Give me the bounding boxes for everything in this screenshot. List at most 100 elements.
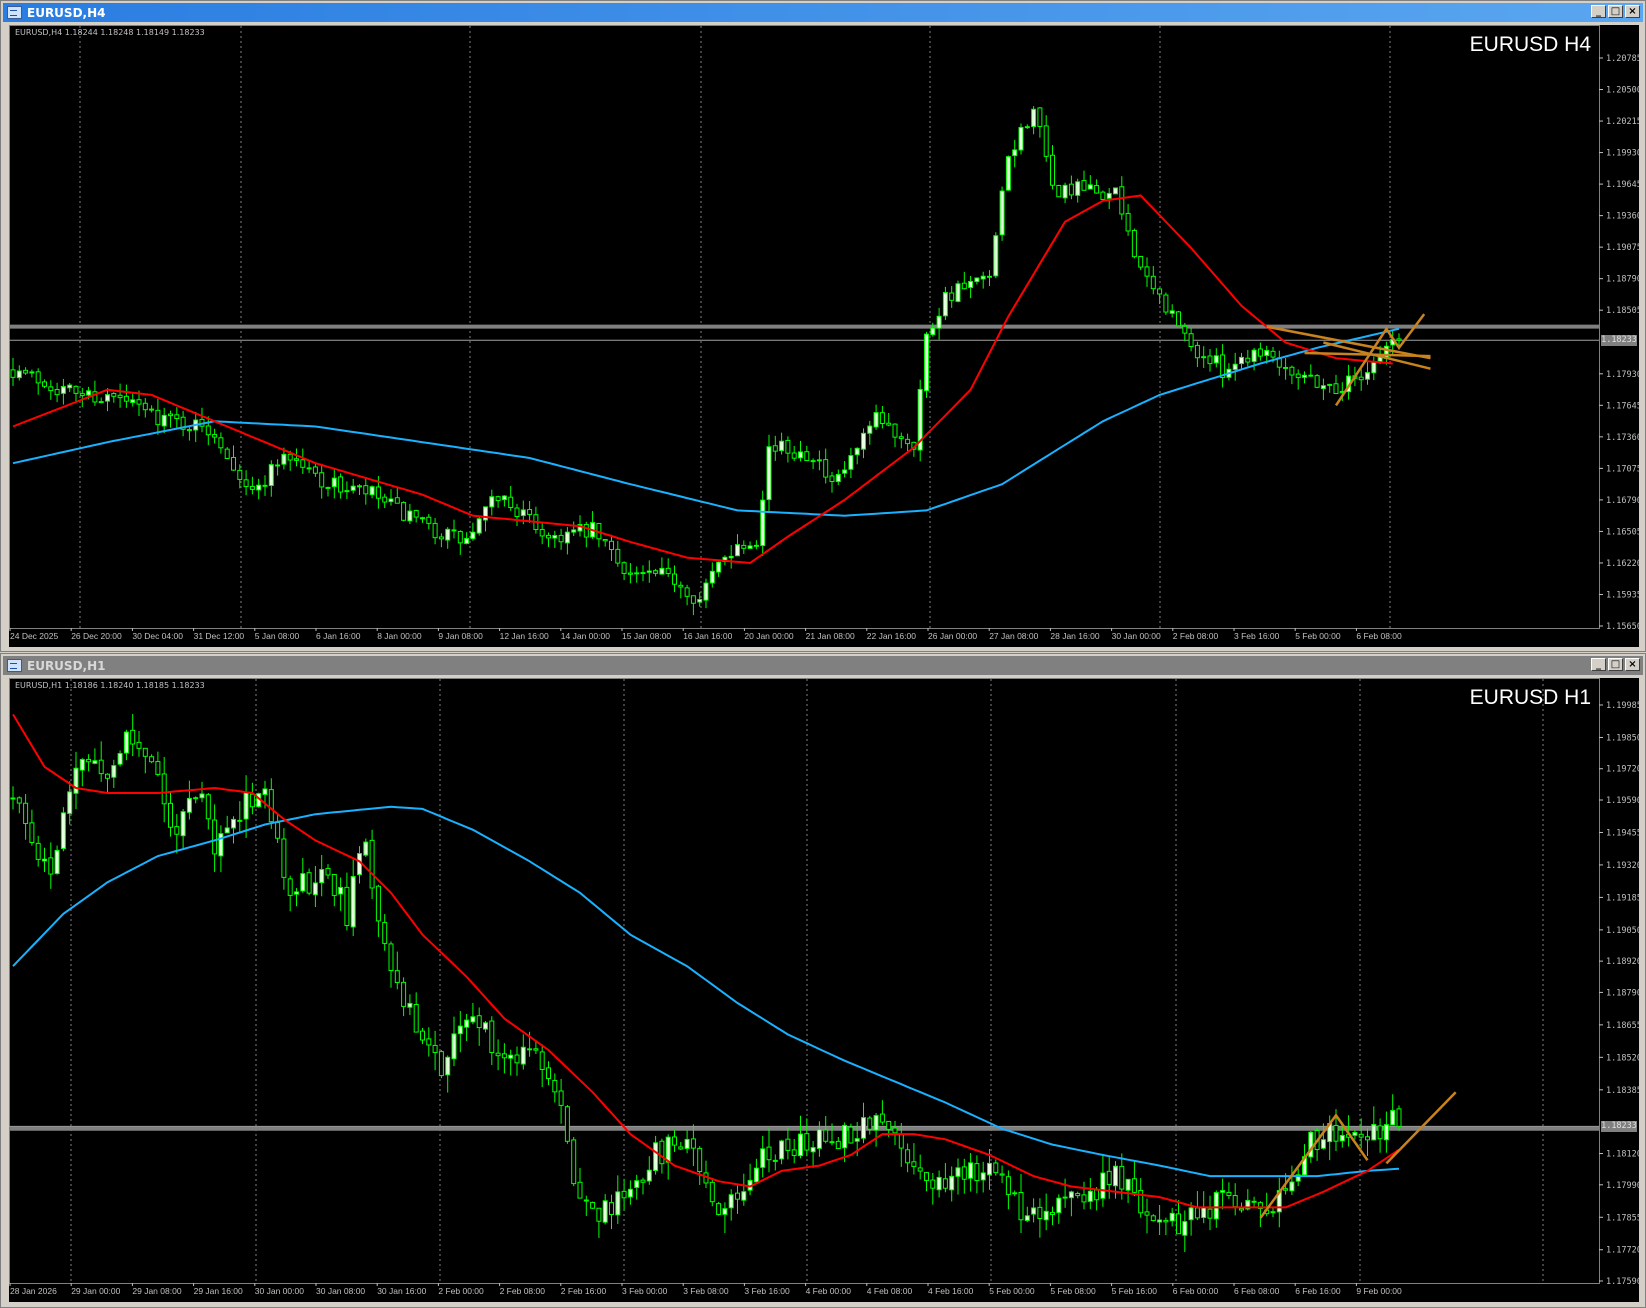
bull-candle — [829, 1141, 835, 1144]
bear-candle — [835, 1140, 841, 1150]
minimize-button[interactable]: _ — [1591, 5, 1606, 18]
bear-candle — [1157, 288, 1163, 295]
bear-candle — [640, 1179, 646, 1183]
bear-candle — [117, 394, 123, 399]
bear-candle — [231, 456, 236, 471]
bull-candle — [10, 797, 16, 800]
price-label: 1.19645 — [1606, 180, 1639, 190]
bear-candle — [804, 451, 810, 462]
chart-canvas[interactable]: 1.20785 1.20500 1.20215 1.19930 1.19645 1.193… — [9, 25, 1639, 647]
price-label: 1.19930 — [1606, 149, 1639, 159]
time-label: 16 Jan 16:00 — [683, 631, 733, 641]
bear-candle — [1194, 344, 1200, 359]
bear-candle — [331, 873, 337, 896]
chart-canvas[interactable]: 1.19985 1.19850 1.19720 1.19590 1.19455 1.193… — [9, 678, 1639, 1302]
window-titlebar[interactable]: EURUSD,H1 _ □ × — [3, 656, 1643, 675]
window-titlebar[interactable]: EURUSD,H4 _ □ × — [3, 3, 1643, 22]
time-label: 31 Dec 12:00 — [193, 631, 245, 641]
bear-candle — [111, 393, 117, 397]
bull-candle — [1220, 1190, 1226, 1193]
bear-candle — [1358, 1133, 1364, 1138]
bull-candle — [848, 455, 854, 470]
bear-candle — [275, 821, 281, 839]
bear-candle — [29, 822, 35, 844]
time-label: 8 Jan 00:00 — [377, 631, 422, 641]
bear-candle — [993, 1162, 999, 1174]
bear-candle — [1245, 357, 1251, 363]
bull-candle — [1031, 108, 1037, 128]
bear-candle — [1037, 1206, 1043, 1219]
chart-window-h4[interactable]: EURUSD,H4 _ □ × 1.20785 1.20500 1.20215 1.1… — [0, 0, 1646, 652]
bear-candle — [905, 438, 911, 445]
bull-candle — [294, 891, 299, 895]
bear-candle — [136, 399, 142, 405]
bull-candle — [1320, 385, 1326, 390]
bull-candle — [1056, 1197, 1062, 1214]
bear-candle — [438, 536, 444, 540]
time-label: 24 Dec 2025 — [10, 631, 59, 641]
bull-candle — [709, 570, 715, 584]
bear-candle — [300, 459, 306, 468]
bull-candle — [1302, 374, 1307, 378]
time-label: 22 Jan 16:00 — [866, 631, 916, 641]
bear-candle — [527, 1048, 533, 1051]
bear-candle — [1106, 1170, 1112, 1185]
bear-candle — [375, 885, 381, 922]
bull-candle — [1024, 126, 1030, 129]
maximize-button[interactable]: □ — [1608, 658, 1623, 671]
bull-candle — [1283, 366, 1289, 369]
bear-candle — [961, 1166, 967, 1180]
bear-candle — [382, 922, 388, 944]
bull-candle — [1106, 192, 1112, 199]
bull-candle — [483, 1022, 488, 1030]
bear-candle — [105, 773, 110, 779]
bear-candle — [1075, 1192, 1081, 1197]
bear-candle — [142, 402, 148, 411]
bear-candle — [168, 413, 173, 417]
bear-candle — [879, 1113, 885, 1123]
time-label: 27 Jan 08:00 — [989, 631, 1039, 641]
bear-candle — [1144, 1211, 1150, 1216]
bear-candle — [1182, 325, 1188, 334]
bear-candle — [1050, 1212, 1055, 1216]
ohlc-info: EURUSD,H1 1.18186 1.18240 1.18185 1.1823… — [15, 681, 205, 690]
bull-candle — [1232, 363, 1238, 371]
bull-candle — [867, 425, 873, 434]
bear-candle — [911, 1161, 917, 1167]
bear-candle — [892, 423, 898, 438]
bear-candle — [249, 485, 255, 490]
bear-candle — [886, 422, 892, 426]
bull-candle — [350, 876, 356, 928]
bull-candle — [312, 882, 318, 896]
bear-candle — [823, 1129, 829, 1142]
bear-candle — [508, 496, 514, 508]
price-label: 1.16790 — [1606, 496, 1639, 506]
bull-candle — [325, 486, 331, 489]
bull-candle — [1365, 372, 1370, 380]
bear-candle — [697, 1147, 703, 1173]
bull-candle — [634, 572, 640, 575]
bull-candle — [464, 538, 470, 544]
chart-window-h1[interactable]: EURUSD,H1 _ □ × 1.19985 1.19850 1.19720 1.1… — [0, 653, 1646, 1308]
price-chart[interactable]: 1.19985 1.19850 1.19720 1.19590 1.19455 1.193… — [9, 678, 1639, 1302]
time-label: 4 Feb 08:00 — [866, 1286, 913, 1296]
bull-candle — [873, 412, 879, 428]
price-chart[interactable]: 1.20785 1.20500 1.20215 1.19930 1.19645 1.193… — [9, 25, 1639, 647]
bear-candle — [338, 476, 344, 493]
price-label: 1.18505 — [1606, 306, 1639, 316]
price-label: 1.19320 — [1606, 861, 1639, 871]
minimize-button[interactable]: _ — [1591, 658, 1606, 671]
bear-candle — [294, 458, 299, 461]
price-label: 1.18655 — [1606, 1021, 1639, 1031]
bull-candle — [949, 1175, 955, 1191]
bull-candle — [753, 544, 759, 547]
bull-candle — [407, 1002, 413, 1008]
bull-candle — [117, 753, 123, 765]
bear-candle — [16, 797, 22, 804]
maximize-button[interactable]: □ — [1608, 5, 1623, 18]
close-button[interactable]: × — [1625, 658, 1640, 671]
price-label: 1.20500 — [1606, 86, 1639, 96]
bull-candle — [1012, 1192, 1018, 1195]
time-label: 5 Feb 00:00 — [989, 1286, 1035, 1296]
close-button[interactable]: × — [1625, 5, 1640, 18]
